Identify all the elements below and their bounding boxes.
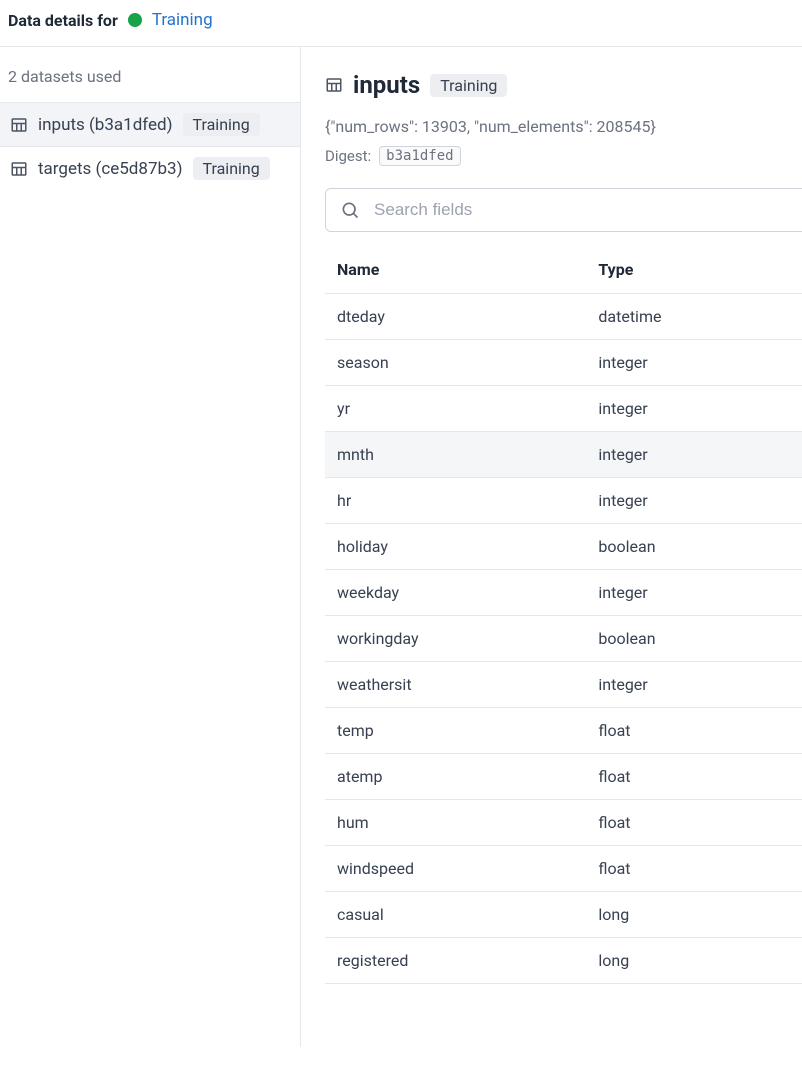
field-type: boolean — [586, 524, 802, 570]
table-row[interactable]: casuallong — [325, 892, 802, 938]
sidebar-item-badge: Training — [183, 113, 260, 136]
field-name: registered — [325, 938, 586, 984]
fields-table: Name Type dtedaydatetimeseasonintegeryri… — [325, 246, 802, 984]
col-type-header[interactable]: Type — [586, 246, 802, 294]
search-icon — [340, 200, 360, 220]
training-link[interactable]: Training — [152, 10, 213, 30]
table-row[interactable]: seasoninteger — [325, 340, 802, 386]
table-row[interactable]: mnthinteger — [325, 432, 802, 478]
field-name: holiday — [325, 524, 586, 570]
field-name: hr — [325, 478, 586, 524]
table-row[interactable]: humfloat — [325, 800, 802, 846]
field-type: datetime — [586, 294, 802, 340]
digest-value: b3a1dfed — [379, 146, 460, 166]
field-type: integer — [586, 570, 802, 616]
field-name: workingday — [325, 616, 586, 662]
table-row[interactable]: workingdayboolean — [325, 616, 802, 662]
table-icon — [10, 116, 28, 134]
sidebar-item-label: inputs (b3a1dfed) — [38, 115, 173, 135]
table-row[interactable]: tempfloat — [325, 708, 802, 754]
field-name: casual — [325, 892, 586, 938]
main-panel: inputs Training {"num_rows": 13903, "num… — [301, 47, 802, 1047]
field-name: yr — [325, 386, 586, 432]
table-row[interactable]: windspeedfloat — [325, 846, 802, 892]
field-type: float — [586, 846, 802, 892]
table-row[interactable]: dtedaydatetime — [325, 294, 802, 340]
layout: 2 datasets used inputs (b3a1dfed) Trainin… — [0, 47, 802, 1047]
search-input[interactable] — [372, 199, 788, 221]
table-icon — [10, 160, 28, 178]
col-name-header[interactable]: Name — [325, 246, 586, 294]
field-type: integer — [586, 662, 802, 708]
field-type: integer — [586, 478, 802, 524]
field-type: boolean — [586, 616, 802, 662]
sidebar-item-1[interactable]: targets (ce5d87b3) Training — [0, 147, 300, 191]
main-header: inputs Training — [325, 47, 802, 99]
dataset-title: inputs — [353, 71, 420, 99]
sidebar: 2 datasets used inputs (b3a1dfed) Trainin… — [0, 47, 301, 1047]
sidebar-item-0[interactable]: inputs (b3a1dfed) Training — [0, 102, 300, 147]
field-name: windspeed — [325, 846, 586, 892]
table-row[interactable]: atempfloat — [325, 754, 802, 800]
search-container[interactable] — [325, 188, 802, 232]
table-row[interactable]: holidayboolean — [325, 524, 802, 570]
sidebar-item-label: targets (ce5d87b3) — [38, 159, 183, 179]
sidebar-item-badge: Training — [193, 157, 270, 180]
digest-row: Digest: b3a1dfed — [325, 146, 802, 166]
field-type: float — [586, 754, 802, 800]
field-name: temp — [325, 708, 586, 754]
field-name: dteday — [325, 294, 586, 340]
field-name: weekday — [325, 570, 586, 616]
field-type: long — [586, 938, 802, 984]
digest-label: Digest: — [325, 147, 371, 165]
field-name: season — [325, 340, 586, 386]
table-row[interactable]: hrinteger — [325, 478, 802, 524]
dataset-summary: {"num_rows": 13903, "num_elements": 2085… — [325, 117, 802, 136]
table-row[interactable]: registeredlong — [325, 938, 802, 984]
field-type: integer — [586, 386, 802, 432]
sidebar-subtitle: 2 datasets used — [0, 47, 300, 102]
table-row[interactable]: weekdayinteger — [325, 570, 802, 616]
field-type: integer — [586, 432, 802, 478]
field-name: weathersit — [325, 662, 586, 708]
table-row[interactable]: weathersitinteger — [325, 662, 802, 708]
field-name: atemp — [325, 754, 586, 800]
field-name: hum — [325, 800, 586, 846]
table-row[interactable]: yrinteger — [325, 386, 802, 432]
dataset-badge: Training — [430, 74, 507, 97]
header-prefix: Data details for — [8, 11, 118, 30]
field-type: float — [586, 800, 802, 846]
field-type: long — [586, 892, 802, 938]
table-icon — [325, 76, 343, 94]
page-header: Data details for Training — [0, 0, 802, 47]
field-type: integer — [586, 340, 802, 386]
status-dot-icon — [128, 13, 142, 27]
field-name: mnth — [325, 432, 586, 478]
field-type: float — [586, 708, 802, 754]
